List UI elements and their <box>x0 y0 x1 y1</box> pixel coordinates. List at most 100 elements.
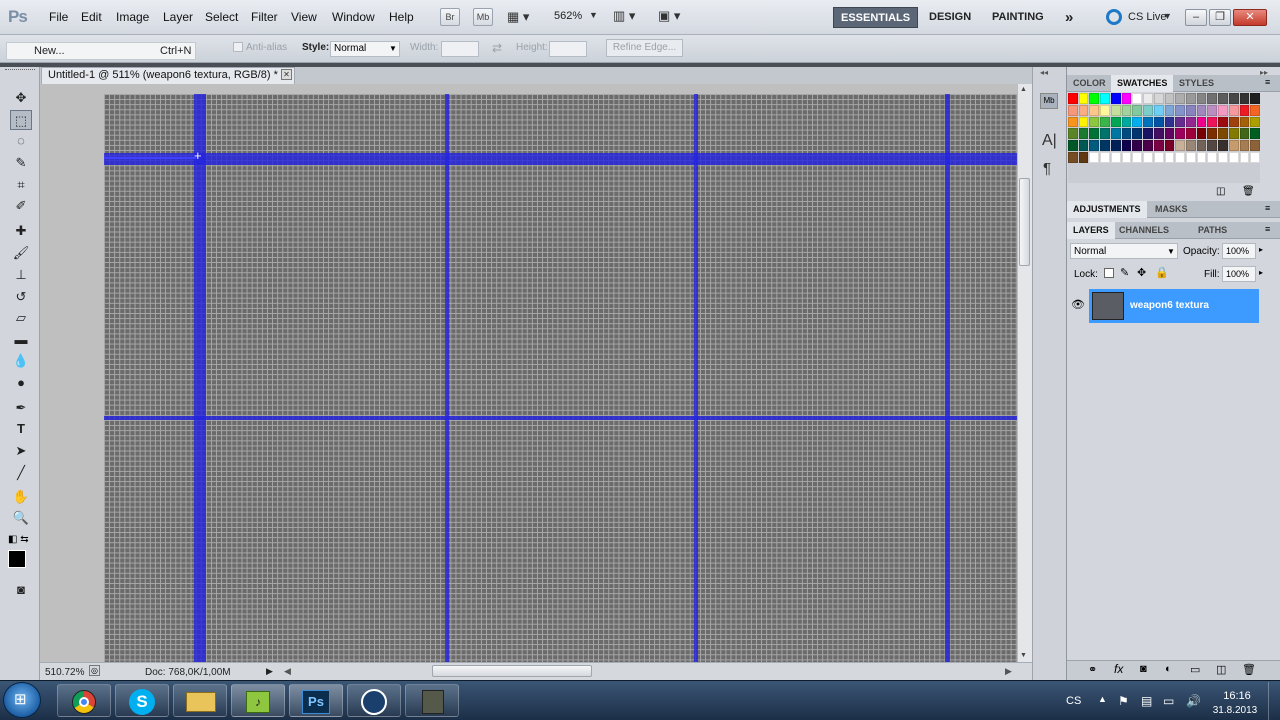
move-tool-icon[interactable]: ✥ <box>10 88 32 108</box>
swatch[interactable] <box>1239 104 1250 116</box>
swatch[interactable] <box>1196 93 1207 104</box>
menu-image[interactable]: Image <box>116 10 149 24</box>
swatch[interactable] <box>1110 151 1121 163</box>
swatch[interactable] <box>1143 116 1153 128</box>
style-dropdown[interactable]: Normal ▼ <box>330 41 400 57</box>
new-group-icon[interactable]: ▭ <box>1190 663 1200 676</box>
swatch[interactable] <box>1121 140 1132 151</box>
clock-time[interactable]: 16:16 <box>1212 690 1262 702</box>
line-tool-icon[interactable]: ╱ <box>10 463 32 483</box>
swatch[interactable] <box>1185 151 1196 163</box>
swatch[interactable] <box>1185 93 1196 104</box>
swatch[interactable] <box>1153 104 1164 116</box>
menu-filter[interactable]: Filter <box>251 10 278 24</box>
swatch[interactable] <box>1196 151 1207 163</box>
workspace-painting[interactable]: PAINTING <box>985 7 1051 28</box>
hand-tool-icon[interactable]: ✋ <box>10 487 32 507</box>
swap-icon[interactable]: ⇄ <box>492 41 502 55</box>
swatch[interactable] <box>1250 93 1260 104</box>
swatch[interactable] <box>1089 104 1100 116</box>
explorer-taskbar-button[interactable] <box>173 684 227 717</box>
lock-pixels-icon[interactable]: ✎ <box>1120 266 1129 279</box>
tab-masks[interactable]: MASKS <box>1149 201 1194 218</box>
collapse-icon[interactable]: ◂◂ <box>1040 68 1048 77</box>
dodge-tool-icon[interactable]: ● <box>10 373 32 393</box>
swatch[interactable] <box>1153 140 1164 151</box>
swatch[interactable] <box>1196 140 1207 151</box>
status-menu-arrow-icon[interactable]: ▶ <box>266 666 273 677</box>
swatch[interactable] <box>1100 140 1110 151</box>
refine-edge-button[interactable]: Refine Edge... <box>606 39 683 57</box>
cs-live-icon[interactable] <box>1106 9 1122 25</box>
swatch[interactable] <box>1239 93 1250 104</box>
height-input[interactable] <box>549 41 587 57</box>
history-brush-tool-icon[interactable]: ↺ <box>10 287 32 307</box>
swatch[interactable] <box>1078 151 1089 163</box>
brush-tool-icon[interactable]: 🖌 <box>10 243 32 263</box>
clock-date[interactable]: 31.8.2013 <box>1206 705 1264 716</box>
swatch[interactable] <box>1218 116 1228 128</box>
swatch[interactable] <box>1078 104 1089 116</box>
crop-tool-icon[interactable]: ⌗ <box>10 175 32 195</box>
swatch[interactable] <box>1143 140 1153 151</box>
swatch[interactable] <box>1196 128 1207 140</box>
swatch[interactable] <box>1078 140 1089 151</box>
swatch[interactable] <box>1100 93 1110 104</box>
swatch[interactable] <box>1250 104 1260 116</box>
swatch[interactable] <box>1132 116 1143 128</box>
swatch[interactable] <box>1100 151 1110 163</box>
swatch[interactable] <box>1089 151 1100 163</box>
swatch[interactable] <box>1078 116 1089 128</box>
swatch[interactable] <box>1089 116 1100 128</box>
tab-adjustments[interactable]: ADJUSTMENTS <box>1067 201 1147 218</box>
swatch[interactable] <box>1228 104 1239 116</box>
status-icon[interactable]: ◎ <box>89 665 100 676</box>
minimize-button[interactable]: – <box>1185 9 1207 26</box>
swatch[interactable] <box>1164 151 1175 163</box>
clone-stamp-tool-icon[interactable]: ⊥ <box>10 265 32 285</box>
swatch[interactable] <box>1153 93 1164 104</box>
swatch[interactable] <box>1164 93 1175 104</box>
swatch[interactable] <box>1153 151 1164 163</box>
menu-layer[interactable]: Layer <box>163 10 193 24</box>
swatch[interactable] <box>1207 140 1218 151</box>
game-taskbar-button[interactable] <box>405 684 459 717</box>
screen-mode-icon[interactable]: ▣ ▾ <box>658 8 680 24</box>
new-swatch-icon[interactable]: ◫ <box>1216 186 1225 197</box>
image-canvas[interactable] <box>104 94 1018 662</box>
swatch[interactable] <box>1228 151 1239 163</box>
quick-mask-icon[interactable]: ◙ <box>10 580 32 600</box>
menu-edit[interactable]: Edit <box>81 10 102 24</box>
width-input[interactable] <box>441 41 479 57</box>
tab-layers[interactable]: LAYERS <box>1067 222 1115 239</box>
swatch[interactable] <box>1175 128 1185 140</box>
vertical-scroll-thumb[interactable] <box>1019 178 1030 266</box>
menu-select[interactable]: Select <box>205 10 238 24</box>
scroll-right-icon[interactable]: ▶ <box>1005 666 1012 677</box>
mediaplayer-taskbar-button[interactable]: ♪ <box>231 684 285 717</box>
language-indicator[interactable]: CS <box>1066 695 1081 707</box>
chevron-down-icon[interactable]: ▼ <box>589 10 598 20</box>
pen-tool-icon[interactable]: ✒ <box>10 398 32 418</box>
swatch[interactable] <box>1100 116 1110 128</box>
tray-app-icon[interactable]: ▤ <box>1141 694 1152 708</box>
vertical-scrollbar[interactable] <box>1017 84 1032 662</box>
mini-bridge-panel-icon[interactable]: Mb <box>1040 93 1058 109</box>
swatch[interactable] <box>1089 128 1100 140</box>
swatch[interactable] <box>1185 116 1196 128</box>
layer-thumbnail[interactable] <box>1092 292 1124 320</box>
document-tab[interactable]: Untitled-1 @ 511% (weapon6 textura, RGB/… <box>41 67 295 84</box>
new-menu-item[interactable]: New... Ctrl+N <box>6 42 196 60</box>
swatch[interactable] <box>1175 140 1185 151</box>
swatch[interactable] <box>1068 128 1078 140</box>
swatches-grid[interactable] <box>1068 93 1260 183</box>
skype-taskbar-button[interactable]: S <box>115 684 169 717</box>
bridge-button[interactable]: Br <box>440 8 460 26</box>
view-extras-icon[interactable]: ▦ ▾ <box>507 9 537 25</box>
lock-transparency-icon[interactable] <box>1104 268 1114 278</box>
fill-slider-arrow-icon[interactable]: ▸ <box>1259 268 1263 277</box>
menu-file[interactable]: File <box>49 10 68 24</box>
opacity-slider-arrow-icon[interactable]: ▸ <box>1259 245 1263 254</box>
swatch[interactable] <box>1132 128 1143 140</box>
swatch[interactable] <box>1132 93 1143 104</box>
